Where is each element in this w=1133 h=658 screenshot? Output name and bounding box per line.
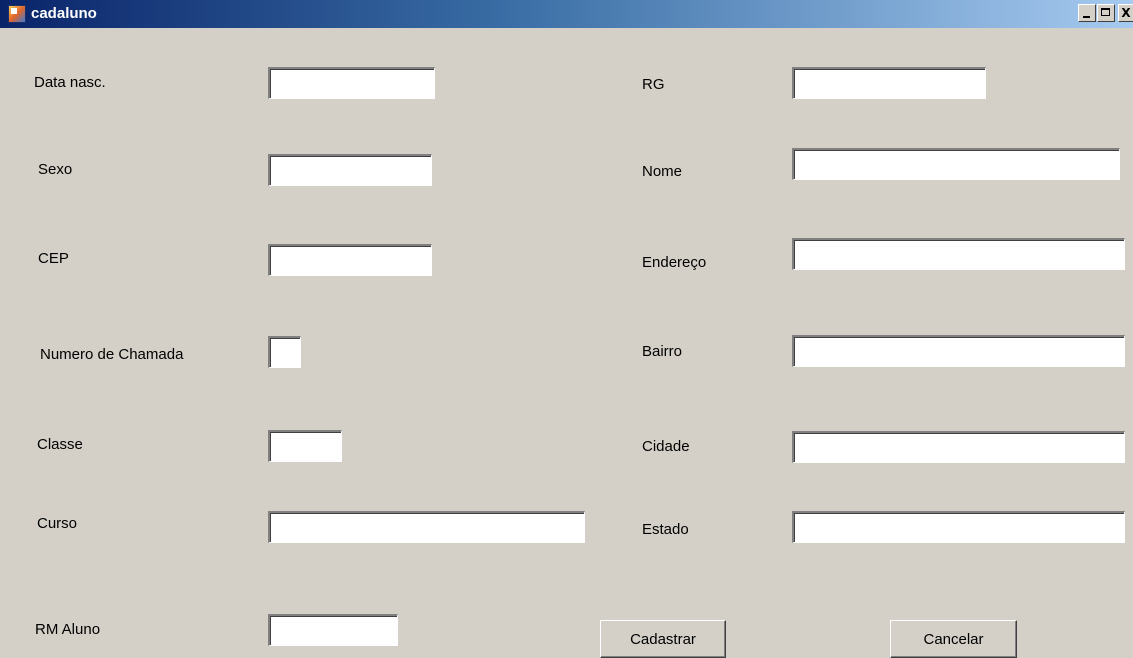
label-sexo: Sexo xyxy=(38,161,73,178)
close-button[interactable]: X xyxy=(1118,4,1133,22)
sexo-field[interactable] xyxy=(268,154,432,186)
label-endereco: Endereço xyxy=(642,254,707,271)
data-nasc-field[interactable] xyxy=(268,67,435,99)
minimize-icon xyxy=(1083,16,1090,18)
label-bairro: Bairro xyxy=(642,343,683,360)
close-icon: X xyxy=(1121,6,1131,20)
rm-aluno-field[interactable] xyxy=(268,614,398,646)
maximize-button[interactable] xyxy=(1097,4,1115,22)
label-rm-aluno: RM Aluno xyxy=(35,621,101,638)
label-data-nasc: Data nasc. xyxy=(34,74,106,91)
label-cep: CEP xyxy=(38,250,69,267)
title-bar[interactable]: cadaluno X xyxy=(0,0,1133,28)
numero-de-chamada-field[interactable] xyxy=(268,336,301,368)
endereco-field[interactable] xyxy=(792,238,1125,270)
nome-field[interactable] xyxy=(792,148,1120,180)
label-nome: Nome xyxy=(642,163,683,180)
cancelar-button[interactable]: Cancelar xyxy=(890,620,1017,658)
minimize-button[interactable] xyxy=(1078,4,1096,22)
window-title: cadaluno xyxy=(31,5,97,22)
rg-field[interactable] xyxy=(792,67,986,99)
cadaluno-window: cadaluno X Data nasc. Sexo CEP Numero de… xyxy=(0,0,1133,658)
classe-field[interactable] xyxy=(268,430,342,462)
label-numero-de-chamada: Numero de Chamada xyxy=(40,346,184,363)
label-cidade: Cidade xyxy=(642,438,690,455)
maximize-icon xyxy=(1101,8,1110,16)
bairro-field[interactable] xyxy=(792,335,1125,367)
app-icon xyxy=(8,5,26,23)
cep-field[interactable] xyxy=(268,244,432,276)
cadastrar-button[interactable]: Cadastrar xyxy=(600,620,726,658)
estado-field[interactable] xyxy=(792,511,1125,543)
label-classe: Classe xyxy=(37,436,83,453)
label-curso: Curso xyxy=(37,515,78,532)
label-rg: RG xyxy=(642,76,665,93)
curso-field[interactable] xyxy=(268,511,585,543)
cidade-field[interactable] xyxy=(792,431,1125,463)
label-estado: Estado xyxy=(642,521,689,538)
